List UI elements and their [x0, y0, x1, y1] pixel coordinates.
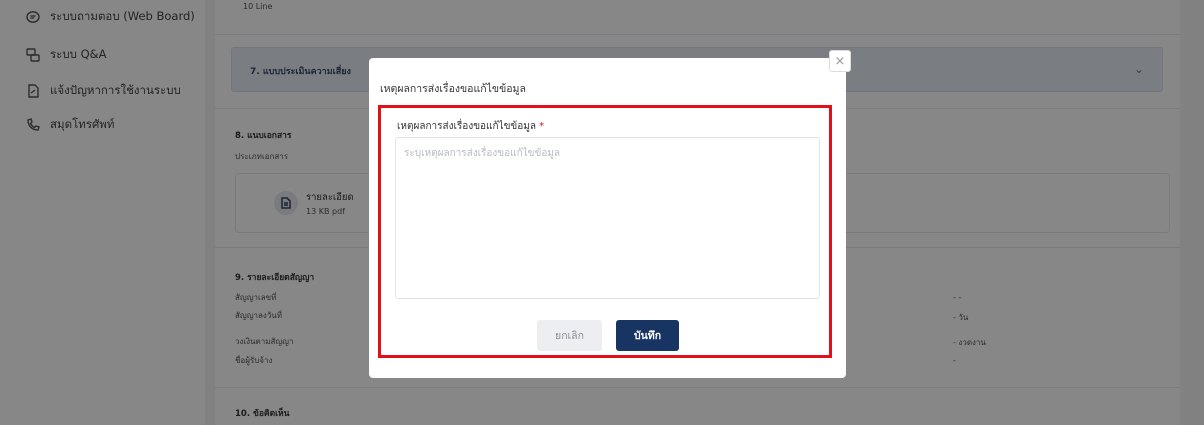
close-icon[interactable]: ×: [829, 50, 851, 72]
highlighted-form-area: เหตุผลการส่งเรื่องขอแก้ไขข้อมูล * ยกเลิก…: [378, 105, 832, 358]
reason-field-label: เหตุผลการส่งเรื่องขอแก้ไขข้อมูล *: [397, 119, 544, 134]
reason-textarea[interactable]: [395, 137, 820, 299]
reason-label-text: เหตุผลการส่งเรื่องขอแก้ไขข้อมูล: [397, 121, 536, 132]
cancel-button[interactable]: ยกเลิก: [537, 320, 602, 351]
modal-title: เหตุผลการส่งเรื่องขอแก้ไขข้อมูล: [380, 83, 526, 95]
required-mark: *: [539, 121, 545, 132]
edit-request-modal: เหตุผลการส่งเรื่องขอแก้ไขข้อมูล × เหตุผล…: [369, 50, 851, 378]
save-button[interactable]: บันทึก: [616, 320, 679, 351]
